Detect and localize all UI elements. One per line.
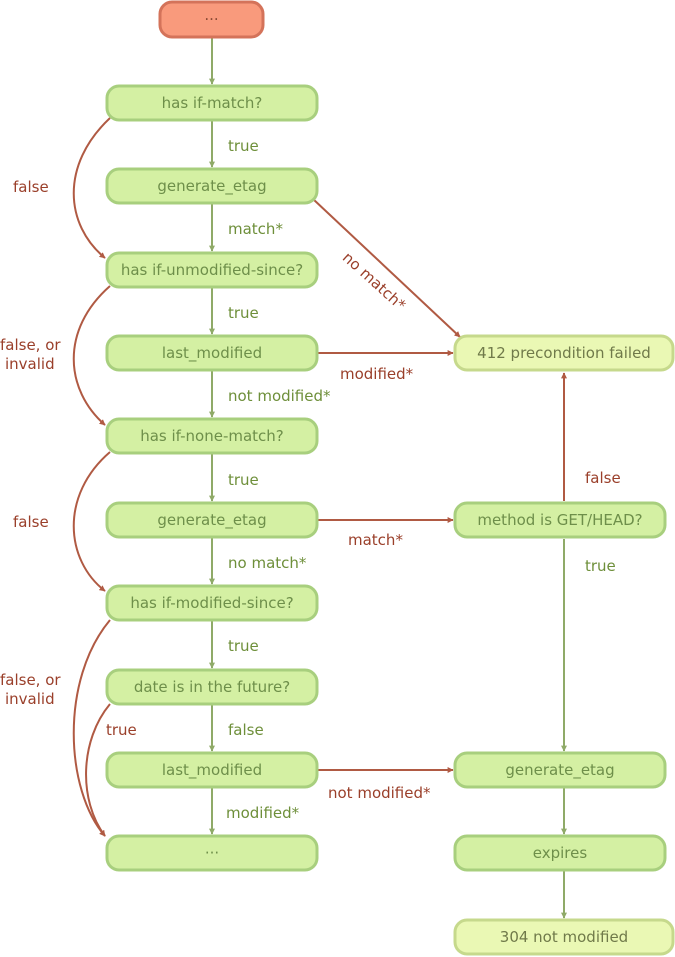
edge-label-has-if-modified-since-to-continue: false, or <box>0 671 61 689</box>
node-method-get-head: method is GET/HEAD? <box>453 501 667 539</box>
node-label: has if-unmodified-since? <box>121 261 303 279</box>
node-has-if-match: has if-match? <box>105 84 319 122</box>
node-label: generate_etag <box>157 177 266 196</box>
node-label: has if-none-match? <box>140 427 284 445</box>
edge-label-has-if-none-match-to-has-if-modified-since: false <box>13 513 49 531</box>
node-label: has if-modified-since? <box>130 594 293 612</box>
node-precondition-failed: 412 precondition failed <box>453 334 675 372</box>
node-label: has if-match? <box>162 94 263 112</box>
edge-label-date-in-future-to-continue: true <box>106 721 137 739</box>
node-continue: ··· <box>105 834 319 872</box>
node-has-if-unmodified-since: has if-unmodified-since? <box>105 251 319 289</box>
node-label: generate_etag <box>157 511 266 530</box>
edge-label-generate-etag-2-to-method-get-head: match* <box>348 531 403 549</box>
node-date-in-future: date is in the future? <box>105 668 319 706</box>
edge-label-generate-etag-1-to-has-if-unmodified-since: match* <box>228 220 283 238</box>
node-generate-etag-3: generate_etag <box>453 751 667 789</box>
edge-label-method-get-head-to-precondition-failed: false <box>585 469 621 487</box>
node-label: last_modified <box>162 344 262 363</box>
edge-label-has-if-none-match-to-generate-etag-2: true <box>228 471 259 489</box>
edge-label-generate-etag-1-to-precondition-failed: no match* <box>339 248 410 314</box>
edge-generate-etag-1-to-precondition-failed <box>312 198 461 338</box>
node-generate-etag-2: generate_etag <box>105 501 319 539</box>
node-not-modified: 304 not modified <box>453 918 675 956</box>
edge-label-has-if-unmodified-since-to-last-modified-1: true <box>228 304 259 322</box>
node-label: expires <box>533 844 588 862</box>
node-label: method is GET/HEAD? <box>477 511 642 529</box>
node-label: last_modified <box>162 761 262 780</box>
edge-label-has-if-unmodified-since-to-has-if-none-match: false, or <box>0 336 61 354</box>
node-label: 412 precondition failed <box>477 344 651 362</box>
edge-has-if-modified-since-to-continue <box>72 619 111 837</box>
node-label: 304 not modified <box>500 928 628 946</box>
edge-label-last-modified-1-to-precondition-failed: modified* <box>340 365 414 383</box>
edge-label-has-if-modified-since-to-continue: invalid <box>5 690 55 708</box>
edge-label-generate-etag-2-to-has-if-modified-since: no match* <box>228 554 307 572</box>
node-generate-etag-1: generate_etag <box>105 167 319 205</box>
node-label: ··· <box>204 11 218 29</box>
node-label: date is in the future? <box>134 678 290 696</box>
edge-label-has-if-match-to-generate-etag-1: true <box>228 137 259 155</box>
edge-has-if-unmodified-since-to-has-if-none-match <box>72 285 111 426</box>
node-last-modified-1: last_modified <box>105 334 319 372</box>
edge-label-last-modified-2-to-continue: modified* <box>226 804 300 822</box>
edge-label-last-modified-1-to-has-if-none-match: not modified* <box>228 387 331 405</box>
node-has-if-none-match: has if-none-match? <box>105 417 319 455</box>
edge-has-if-none-match-to-has-if-modified-since <box>72 451 111 592</box>
node-label: ··· <box>205 844 219 862</box>
edge-label-has-if-unmodified-since-to-has-if-none-match: invalid <box>5 355 55 373</box>
edge-label-has-if-match-to-has-if-unmodified-since: false <box>13 178 49 196</box>
flowchart: truefalsematch*no match*truefalse, orinv… <box>0 0 675 956</box>
node-label: generate_etag <box>505 761 614 780</box>
edge-label-last-modified-2-to-generate-etag-3: not modified* <box>328 784 431 802</box>
node-start: ··· <box>158 0 265 39</box>
node-expires: expires <box>453 834 667 872</box>
edge-has-if-match-to-has-if-unmodified-since <box>72 117 111 259</box>
edge-label-has-if-modified-since-to-date-in-future: true <box>228 637 259 655</box>
edge-label-method-get-head-to-generate-etag-3: true <box>585 557 616 575</box>
edge-label-date-in-future-to-last-modified-2: false <box>228 721 264 739</box>
node-has-if-modified-since: has if-modified-since? <box>105 584 319 622</box>
node-last-modified-2: last_modified <box>105 751 319 789</box>
